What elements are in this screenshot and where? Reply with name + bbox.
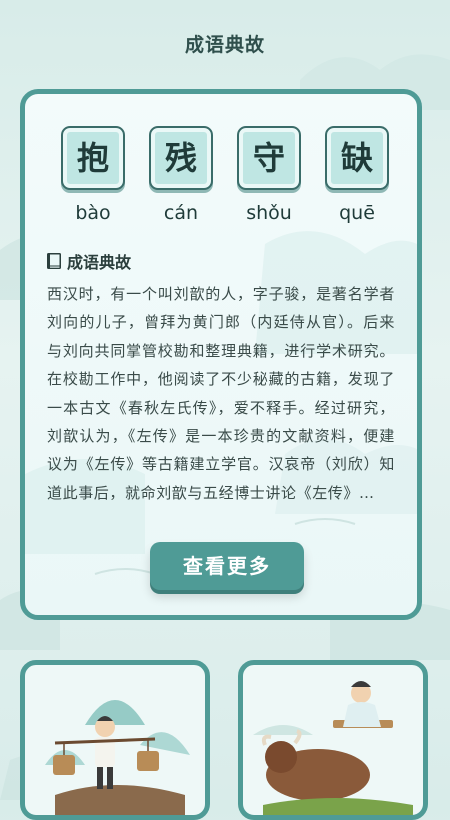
idiom-pinyin: bào	[75, 202, 111, 224]
idiom-char-tile: 残	[149, 126, 213, 190]
idiom-card: 抱 残 守 缺 bào cán shǒu quē 成语典故 西汉时，有一个叫刘歆…	[20, 89, 422, 620]
idiom-char-tile: 抱	[61, 126, 125, 190]
illustration-card-left[interactable]	[20, 660, 210, 820]
page-title: 成语典故	[184, 34, 265, 56]
story-section-header: 成语典故	[47, 250, 131, 272]
idiom-pinyin: cán	[163, 202, 199, 224]
idiom-pinyin: quē	[339, 202, 375, 224]
story-text: 西汉时，有一个叫刘歆的人，字子骏，是著名学者刘向的儿子，曾拜为黄门郎（内廷侍从官…	[47, 285, 395, 502]
idiom-char-tile: 守	[237, 126, 301, 190]
idiom-char: 守	[252, 139, 285, 177]
idiom-char: 缺	[340, 139, 373, 177]
section-title: 成语典故	[67, 253, 132, 272]
view-more-button[interactable]: 查看更多	[150, 542, 304, 590]
illustration-card-right[interactable]	[238, 660, 428, 820]
idiom-char-tile: 缺	[325, 126, 389, 190]
book-icon	[47, 253, 61, 269]
idiom-tiles: 抱 残 守 缺	[61, 126, 389, 196]
scholar-ox-illustration-icon	[253, 681, 413, 815]
idiom-char: 抱	[76, 139, 109, 177]
idiom-pinyin: shǒu	[246, 202, 292, 224]
porter-illustration-icon	[45, 700, 190, 815]
idiom-char: 残	[164, 139, 197, 177]
